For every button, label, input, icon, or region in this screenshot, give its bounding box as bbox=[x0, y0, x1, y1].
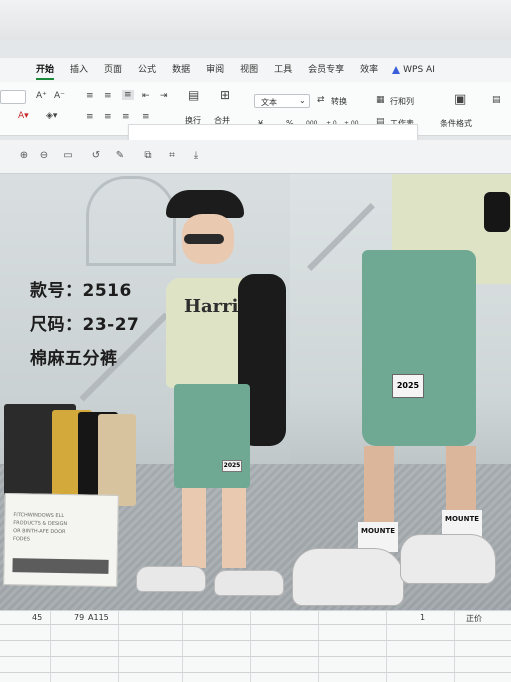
tab-review[interactable]: 审阅 bbox=[198, 58, 232, 82]
sign-line-3: OR BINTH-AFE DOOR bbox=[13, 528, 66, 536]
save-icon[interactable]: ⤓ bbox=[190, 150, 202, 162]
edit-icon[interactable]: ✎ bbox=[114, 150, 126, 162]
zoom-in-icon[interactable]: ⊕ bbox=[18, 150, 30, 162]
align-right-icon[interactable]: ≡ bbox=[122, 112, 130, 122]
cell[interactable]: 1 bbox=[420, 613, 425, 622]
tab-page[interactable]: 页面 bbox=[96, 58, 130, 82]
leg-right-1 bbox=[364, 446, 394, 526]
grid-line bbox=[50, 610, 51, 682]
tab-efficiency[interactable]: 效率 bbox=[352, 58, 386, 82]
sign-board: FITCHWINDOWS ELL FRODUCTS & DESIGN OR BI… bbox=[3, 493, 119, 587]
rows-cols-icon: ▦ bbox=[376, 95, 385, 105]
tab-tools[interactable]: 工具 bbox=[266, 58, 300, 82]
font-grow-icon[interactable]: A⁺ bbox=[36, 91, 47, 101]
cell[interactable]: 正价 bbox=[466, 613, 482, 624]
view-toolbar: ⊕ ⊖ ▭ ↺ ✎ ⧉ ⌗ ⤓ bbox=[0, 140, 511, 174]
sign-line-2: FRODUCTS & DESIGN bbox=[13, 520, 68, 528]
grid-line bbox=[318, 610, 319, 682]
style-number: 款号：2516 bbox=[30, 281, 132, 301]
sheet-grid: 45 79 A115 1 正价 bbox=[0, 610, 511, 682]
grid-line bbox=[250, 610, 251, 682]
grid-line bbox=[0, 610, 511, 611]
font-shrink-icon[interactable]: A⁻ bbox=[54, 91, 65, 101]
indent-increase-icon[interactable]: ⇥ bbox=[160, 91, 168, 101]
shoe-right-1 bbox=[292, 548, 404, 606]
cell[interactable]: A115 bbox=[88, 613, 109, 622]
align-center-icon[interactable]: ≡ bbox=[104, 112, 112, 122]
wps-ai-button[interactable]: WPS AI bbox=[392, 65, 435, 75]
tab-data[interactable]: 数据 bbox=[164, 58, 198, 82]
merge-cells-icon: ⊞ bbox=[220, 88, 231, 102]
shorts-right bbox=[362, 250, 476, 446]
watch bbox=[484, 192, 510, 232]
tab-view[interactable]: 视图 bbox=[232, 58, 266, 82]
cell[interactable]: 79 bbox=[74, 613, 84, 622]
shorts-left bbox=[174, 384, 250, 488]
align-bottom-icon[interactable]: ≡ bbox=[122, 90, 134, 100]
sign-line-1: FITCHWINDOWS ELL bbox=[13, 512, 65, 520]
align-left-icon[interactable]: ≡ bbox=[86, 112, 94, 122]
convert-icon: ⇄ bbox=[317, 95, 325, 105]
wrap-text-icon: ▤ bbox=[188, 88, 200, 102]
number-format-select[interactable]: 文本 ⌄ bbox=[254, 94, 310, 108]
patch-left: 2025 bbox=[222, 460, 242, 472]
align-middle-icon[interactable]: ≡ bbox=[104, 91, 112, 101]
tab-home[interactable]: 开始 bbox=[28, 58, 62, 82]
indent-decrease-icon[interactable]: ⇤ bbox=[142, 91, 150, 101]
rows-cols-button[interactable]: 行和列 bbox=[390, 96, 414, 107]
tab-formula[interactable]: 公式 bbox=[130, 58, 164, 82]
material-text: 棉麻五分裤 bbox=[30, 349, 118, 369]
conditional-format-button[interactable]: 条件格式 bbox=[440, 118, 472, 129]
grid-line bbox=[0, 656, 511, 657]
chevron-down-icon: ⌄ bbox=[299, 96, 306, 105]
conditional-format-icon: ▣ bbox=[454, 92, 467, 107]
grid-line bbox=[118, 610, 119, 682]
sign-bar bbox=[12, 558, 109, 574]
menu-bar: 开始 插入 页面 公式 数据 审阅 视图 工具 会员专享 效率 WPS AI bbox=[0, 58, 511, 82]
cell[interactable]: 45 bbox=[32, 613, 42, 622]
shoe-right-2 bbox=[400, 534, 496, 584]
grid-line bbox=[0, 640, 511, 641]
product-photo: Harris 2025 款号：2516 尺码：23-27 棉麻五分裤 FITCH… bbox=[0, 174, 511, 614]
shoe-left-2 bbox=[214, 570, 284, 596]
align-top-icon[interactable]: ≡ bbox=[86, 91, 94, 101]
screen: 开始 插入 页面 公式 数据 审阅 视图 工具 会员专享 效率 WPS AI A… bbox=[0, 0, 511, 682]
crop-icon[interactable]: ⌗ bbox=[166, 150, 178, 162]
size-range: 尺码：23-27 bbox=[30, 315, 140, 335]
shoe-left-1 bbox=[136, 566, 206, 592]
number-format-value: 文本 bbox=[261, 98, 277, 107]
monitor-bezel bbox=[0, 0, 511, 40]
grid-line bbox=[386, 610, 387, 682]
leg-left-1 bbox=[182, 488, 206, 568]
grid-line bbox=[0, 624, 511, 625]
convert-button[interactable]: 转换 bbox=[331, 96, 347, 107]
patch-right: 2025 bbox=[392, 374, 424, 398]
turnstile-arch bbox=[86, 176, 176, 266]
tab-insert[interactable]: 插入 bbox=[62, 58, 96, 82]
font-color-icon[interactable]: A▾ bbox=[18, 111, 29, 121]
wps-ai-label: WPS AI bbox=[403, 65, 435, 75]
grid-line bbox=[0, 672, 511, 673]
rotate-icon[interactable]: ↺ bbox=[90, 150, 102, 162]
font-size-select[interactable] bbox=[0, 90, 26, 104]
zoom-out-icon[interactable]: ⊖ bbox=[38, 150, 50, 162]
sign-line-4: FODES bbox=[12, 536, 31, 543]
fit-icon[interactable]: ▭ bbox=[62, 150, 74, 162]
cell-style-icon[interactable]: ▤ bbox=[492, 95, 501, 105]
shorts-khaki bbox=[98, 414, 136, 506]
grid-line bbox=[454, 610, 455, 682]
sunglasses bbox=[184, 234, 224, 244]
copy-icon[interactable]: ⧉ bbox=[142, 150, 154, 162]
leg-left-2 bbox=[222, 488, 246, 568]
fill-color-icon[interactable]: ◈▾ bbox=[46, 111, 57, 121]
wps-ai-icon bbox=[392, 66, 401, 74]
grid-line bbox=[182, 610, 183, 682]
tab-member[interactable]: 会员专享 bbox=[300, 58, 352, 82]
justify-icon[interactable]: ≡ bbox=[142, 112, 150, 122]
